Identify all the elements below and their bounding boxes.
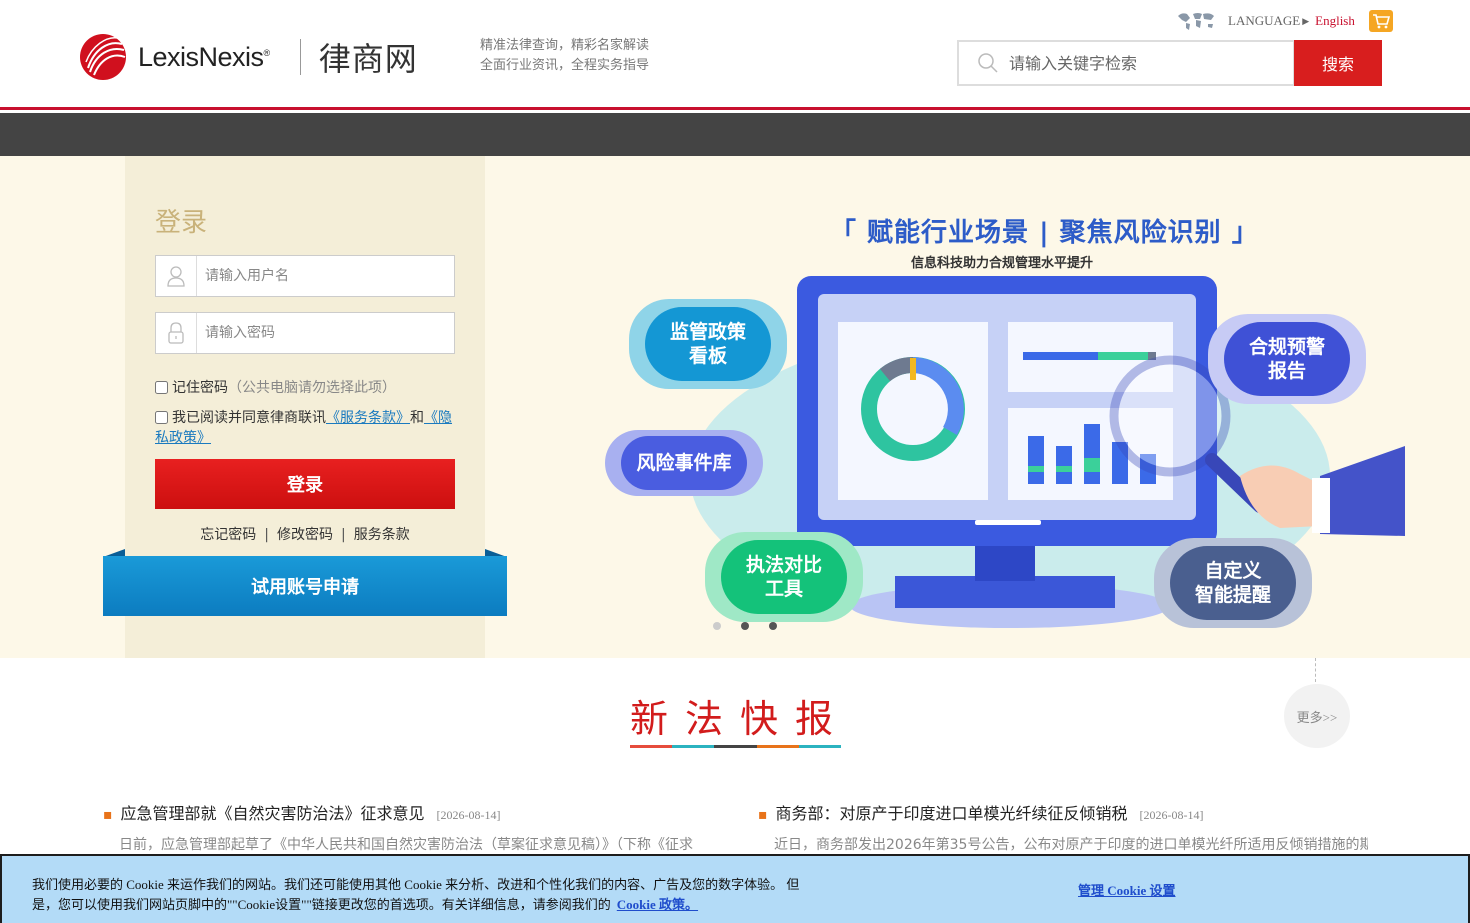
site-name: 律商网 <box>318 40 418 78</box>
language-bar: LANGUAGE ▶ English <box>1176 10 1393 32</box>
bullet-icon: ▪ <box>103 807 113 823</box>
feature-risk-event-library[interactable]: 风险事件库 <box>605 430 763 496</box>
banner-title: 「 赋能行业场景 | 聚焦风险识别 」 <box>830 218 1259 248</box>
forgot-password-link[interactable]: 忘记密码 <box>200 527 256 543</box>
agree-and: 和 <box>410 410 424 426</box>
news-section-title: 新法快报 <box>630 697 851 741</box>
carousel-dot-2[interactable] <box>741 622 749 630</box>
lexisnexis-logo-icon <box>80 34 126 80</box>
cookie-banner: 我们使用必要的 Cookie 来运作我们的网站。我们还可能使用其他 Cookie… <box>0 854 1470 923</box>
feature-custom-smart-reminder[interactable]: 自定义 智能提醒 <box>1154 538 1312 628</box>
feature-regulatory-dashboard-label: 监管政策 看板 <box>645 307 771 381</box>
news-item-date: [2026-08-14] <box>436 808 501 822</box>
shopping-cart-icon[interactable] <box>1368 10 1393 32</box>
password-field <box>155 312 455 354</box>
slogan-line-2: 全面行业资讯，全程实务指导 <box>480 58 650 73</box>
news-item-title[interactable]: 应急管理部就《自然灾害防治法》征求意见 <box>121 800 425 824</box>
search-box <box>957 40 1295 86</box>
trial-ribbon: 试用账号申请 <box>103 549 507 616</box>
cookie-policy-link[interactable]: Cookie 政策。 <box>617 897 698 912</box>
news-item-header: ▪ 商务部：对原产于印度进口单模光纤续征反倾销税 [2026-08-14] <box>758 800 1368 824</box>
cookie-text: 我们使用必要的 Cookie 来运作我们的网站。我们还可能使用其他 Cookie… <box>32 875 812 915</box>
news-item-summary: 日前，应急管理部起草了《中华人民共和国自然灾害防治法（草案征求意见稿）》（下称《… <box>119 837 693 853</box>
password-input[interactable] <box>197 325 447 341</box>
remember-checkbox[interactable] <box>155 381 168 394</box>
service-terms-link[interactable]: 服务条款 <box>354 527 410 543</box>
search-icon <box>978 53 998 73</box>
agree-checkbox[interactable] <box>155 411 168 424</box>
bullet-icon: ▪ <box>758 807 768 823</box>
language-switch-english[interactable]: English <box>1315 13 1355 29</box>
site-header: LexisNexis® 律商网 精准法律查询，精彩名家解读 全面行业资讯，全程实… <box>0 0 1470 110</box>
remember-label: 记住密码 <box>172 380 228 396</box>
slogan-line-1: 精准法律查询，精彩名家解读 <box>480 38 650 53</box>
link-separator: | <box>264 527 269 543</box>
underline-segment <box>798 745 842 748</box>
logo-divider <box>299 39 301 75</box>
brand-name: LexisNexis® <box>138 41 270 72</box>
news-item-date: [2026-08-14] <box>1139 808 1204 822</box>
search-button[interactable]: 搜索 <box>1294 40 1382 86</box>
slogan: 精准法律查询，精彩名家解读 全面行业资讯，全程实务指导 <box>480 36 649 76</box>
search-input[interactable] <box>1009 53 1289 73</box>
username-field <box>155 255 455 297</box>
link-separator: | <box>341 527 346 543</box>
feature-custom-smart-reminder-label: 自定义 智能提醒 <box>1170 546 1296 620</box>
feature-enforcement-compare[interactable]: 执法对比 工具 <box>705 532 863 622</box>
language-label: LANGUAGE <box>1228 13 1301 28</box>
world-map-icon <box>1178 13 1214 30</box>
agree-row: 我已阅读并同意律商联讯《服务条款》和《隐私政策》 <box>155 408 455 448</box>
news-item-title[interactable]: 商务部：对原产于印度进口单模光纤续征反倾销税 <box>776 800 1128 824</box>
username-input[interactable] <box>197 268 447 284</box>
trial-account-button[interactable]: 试用账号申请 <box>103 556 507 616</box>
news-item-header: ▪ 应急管理部就《自然灾害防治法》征求意见 [2026-08-14] <box>103 800 713 824</box>
more-connector <box>1315 658 1316 682</box>
carousel-dots <box>713 622 777 630</box>
login-links: 忘记密码 | 修改密码 | 服务条款 <box>125 524 485 544</box>
underline-segment <box>630 745 673 748</box>
underline-segment <box>714 745 757 748</box>
carousel-dot-3[interactable] <box>769 622 777 630</box>
remember-hint: （公共电脑请勿选择此项） <box>228 380 396 396</box>
feature-regulatory-dashboard[interactable]: 监管政策 看板 <box>629 299 787 389</box>
news-item: ▪ 应急管理部就《自然灾害防治法》征求意见 [2026-08-14] 日前，应急… <box>103 800 713 854</box>
agree-label: 我已阅读并同意律商联讯 <box>172 410 326 426</box>
banner-subtitle: 信息科技助力合规管理水平提升 <box>911 256 1094 271</box>
change-password-link[interactable]: 修改密码 <box>277 527 333 543</box>
login-title: 登录 <box>155 208 208 238</box>
news-title-underline <box>630 745 842 748</box>
news-item: ▪ 商务部：对原产于印度进口单模光纤续征反倾销税 [2026-08-14] 近日… <box>758 800 1368 854</box>
feature-compliance-alert-report-label: 合规预警 报告 <box>1224 322 1350 396</box>
news-item-summary: 近日，商务部发出2026年第35号公告，公布对原产于印度的进口单模光纤所适用反倾… <box>774 837 1368 853</box>
site-logo[interactable]: LexisNexis® 律商网 <box>78 32 418 82</box>
caret-right-icon: ▶ <box>1302 15 1310 26</box>
feature-enforcement-compare-label: 执法对比 工具 <box>721 540 847 614</box>
underline-segment <box>756 745 799 748</box>
hero-banner: 「 赋能行业场景 | 聚焦风险识别 」 信息科技助力合规管理水平提升 监管政策 … <box>0 156 1470 658</box>
underline-segment <box>672 745 715 748</box>
feature-risk-event-library-label: 风险事件库 <box>621 436 747 490</box>
remember-row: 记住密码（公共电脑请勿选择此项） <box>155 378 455 398</box>
lock-icon <box>156 313 197 353</box>
manage-cookie-settings-link[interactable]: 管理 Cookie 设置 <box>1078 880 1176 899</box>
user-icon <box>156 256 197 296</box>
feature-compliance-alert-report[interactable]: 合规预警 报告 <box>1208 314 1366 404</box>
nav-bar <box>0 113 1470 156</box>
carousel-dot-1[interactable] <box>713 622 721 630</box>
news-more-link[interactable]: 更多>> <box>1284 684 1350 748</box>
login-button[interactable]: 登录 <box>155 459 455 509</box>
terms-link[interactable]: 《服务条款》 <box>326 410 410 426</box>
